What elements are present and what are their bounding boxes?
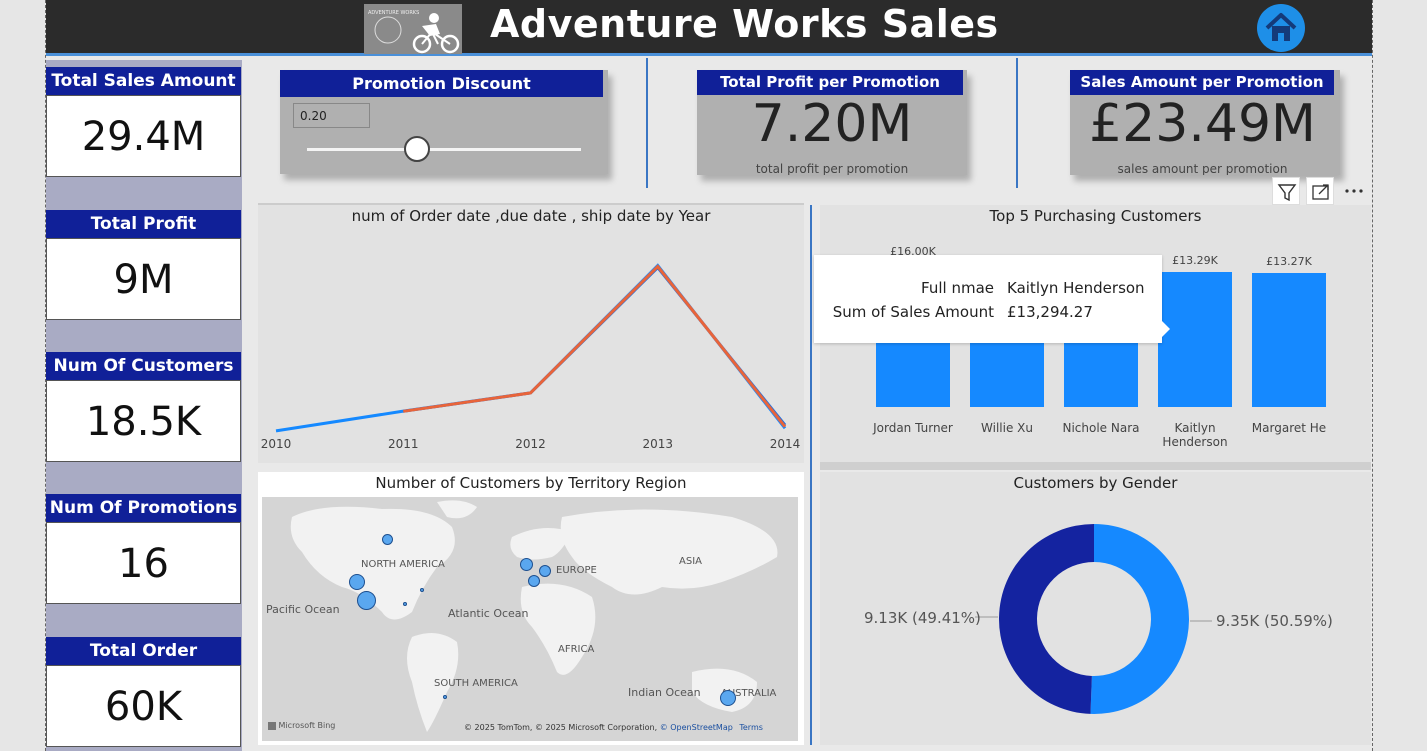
kpi-label-customers: Num Of Customers [46,352,241,380]
chart-tooltip: Full nmae Kaitlyn Henderson Sum of Sales… [814,255,1162,343]
bar[interactable] [1252,272,1326,407]
map-bubble[interactable] [349,574,365,590]
map-bubble[interactable] [520,558,533,571]
profit-per-promotion-label: Total Profit per Promotion [697,70,963,95]
profit-per-promotion-caption: total profit per promotion [755,162,909,175]
donut-slice[interactable] [998,524,1094,714]
x-tick-label: 2013 [642,437,673,451]
bar-category-label: Nichole Nara [1062,421,1140,435]
map-bubble[interactable] [720,690,736,706]
kpi-label-promotions: Num Of Promotions [46,494,241,522]
kpi-label-total-sales: Total Sales Amount [46,67,241,95]
map-bubble[interactable] [357,591,376,610]
bar[interactable] [1158,272,1232,407]
panel-divider [820,462,1371,470]
logo-text: ADVENTURE WORKS [368,10,419,16]
tooltip-label-sales: Sum of Sales Amount [832,303,994,321]
map-label-africa: AFRICA [558,644,595,655]
more-options-icon [1345,189,1363,193]
map-title: Number of Customers by Territory Region [375,474,687,492]
company-logo: ADVENTURE WORKS [364,4,462,54]
x-tick-label: 2012 [515,437,546,451]
more-options-button[interactable] [1340,177,1368,205]
kpi-label-total-profit: Total Profit [46,210,241,238]
x-tick-label: 2011 [388,437,419,451]
windows-icon [268,721,276,730]
bar-category-label: Willie Xu [981,421,1033,435]
line-series-0[interactable] [275,263,787,433]
filter-button[interactable] [1272,177,1300,205]
donut-slice[interactable] [1090,524,1189,714]
divider [646,58,648,188]
openstreetmap-link[interactable]: © OpenStreetMap [660,723,733,732]
map-copyright: © 2025 TomTom, © 2025 Microsoft Corporat… [464,723,658,732]
divider [1016,58,1018,188]
map-label-asia: ASIA [679,556,702,567]
map-panel: Number of Customers by Territory Region … [258,472,804,745]
tooltip-value-sales: £13,294.27 [1007,303,1093,321]
x-tick-label: 2010 [261,437,292,451]
world-map [262,497,798,741]
home-button[interactable] [1257,4,1305,52]
map-label-indian: Indian Ocean [628,686,701,699]
terms-link[interactable]: Terms [739,723,763,732]
kpi-value-promotions: 16 [46,522,241,604]
profit-per-promotion-value: 7.20M [751,94,913,154]
sales-per-promotion-caption: sales amount per promotion [1117,162,1288,175]
map-bubble[interactable] [443,695,447,699]
map-label-pacific: Pacific Ocean [266,603,340,616]
tooltip-pointer [1162,321,1170,337]
x-tick-label: 2014 [770,437,801,451]
tooltip-value-name: Kaitlyn Henderson [1007,279,1145,297]
bar-data-label: £13.29K [1172,254,1218,268]
kpi-value-total-sales: 29.4M [46,95,241,177]
map-bubble[interactable] [382,534,393,545]
tooltip-label-name: Full nmae [921,279,994,297]
discount-slider-handle[interactable] [403,136,430,162]
map-label-atlantic: Atlantic Ocean [448,607,529,620]
kpi-value-order-quantity: 60K [46,665,241,747]
discount-value-input[interactable] [293,103,370,128]
kpi-value-customers: 18.5K [46,380,241,462]
map-label-north-america: NORTH AMERICA [361,559,445,570]
focus-mode-button[interactable] [1306,177,1334,205]
map-label-europe: EUROPE [556,565,597,576]
bing-logo: Microsoft Bing [268,721,335,730]
sales-per-promotion-label: Sales Amount per Promotion [1070,70,1334,95]
map-label-south-america: SOUTH AMERICA [434,678,518,689]
bing-brand-text: Microsoft Bing [278,721,336,730]
donut-chart-panel: Customers by Gender 9.35K (50.59%) 9.13K… [820,472,1371,745]
bar-category-label: Kaitlyn Henderson [1162,421,1228,449]
bar-category-label: Jordan Turner [873,421,953,435]
kpi-value-total-profit: 9M [46,238,241,320]
map-canvas[interactable] [262,497,798,741]
bar-data-label: £13.27K [1266,254,1312,268]
kpi-label-order-quantity: Total Order Quantity [46,637,241,689]
line-chart-panel: num of Order date ,due date , ship date … [258,205,804,463]
line-chart: 2010 2011 2012 2013 2014 [261,263,801,451]
header-underline [46,53,1372,56]
map-attribution: © 2025 TomTom, © 2025 Microsoft Corporat… [464,723,763,732]
focus-mode-icon [1312,184,1329,200]
map-bubble[interactable] [420,588,424,592]
bar-category-label: Margaret He [1251,421,1327,435]
discount-slider-track[interactable] [307,148,581,151]
sales-per-promotion-value: £23.49M [1089,94,1316,154]
map-bubble[interactable] [528,575,540,587]
donut-label-male: 9.13K (49.41%) [864,609,981,627]
line-series-2[interactable] [403,264,787,428]
page-title: Adventure Works Sales [490,2,999,46]
map-bubble[interactable] [403,602,407,606]
donut-label-female: 9.35K (50.59%) [1216,612,1333,630]
slicer-label: Promotion Discount [280,70,603,97]
home-icon [1265,13,1297,41]
map-bubble[interactable] [539,565,551,577]
divider [810,205,812,745]
filter-icon [1277,184,1297,202]
